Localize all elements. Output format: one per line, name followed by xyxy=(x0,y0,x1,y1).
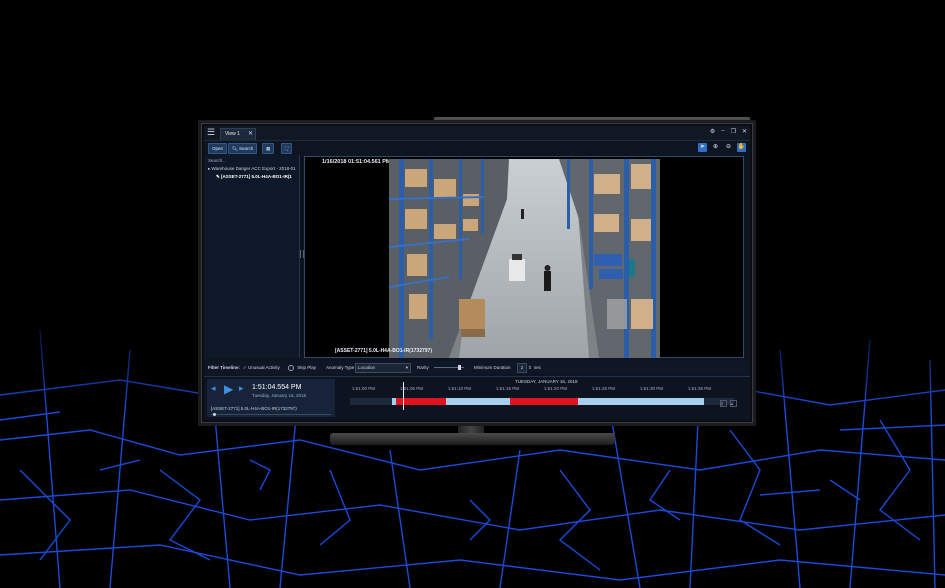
expand-icon[interactable]: ▸ xyxy=(208,166,210,171)
checkbox-icon xyxy=(288,365,294,371)
playback-asset-label: [ASSET-2771] 5.0L-H4A-BO1-IR(1732797) xyxy=(211,406,297,411)
fullscreen-button[interactable]: ⛶ xyxy=(281,143,293,154)
rarity-label: Rarity xyxy=(417,365,429,370)
hamburger-menu-icon[interactable]: ☰ xyxy=(207,128,216,137)
timeline-tick: 1:51:00 PM xyxy=(352,386,376,391)
playback-panel: ◂ ▶ ▸ 1:51:04.554 PM Tuesday, January 16… xyxy=(204,376,750,420)
timeline-tick: 1:51:25 PM xyxy=(592,386,616,391)
playback-progress[interactable] xyxy=(211,414,331,415)
zoom-out-icon[interactable]: ⊖ xyxy=(724,143,733,152)
timeline-pause-icon[interactable]: ∥ xyxy=(720,400,727,407)
playback-controls: ◂ ▶ ▸ 1:51:04.554 PM Tuesday, January 16… xyxy=(207,379,335,417)
warehouse-video-frame xyxy=(389,159,660,358)
monitor-stand-base xyxy=(330,433,615,445)
pan-tool-icon[interactable]: ✋ xyxy=(737,143,746,152)
timeline-anomaly-segment[interactable] xyxy=(510,398,578,405)
timeline-tick: 1:51:30 PM xyxy=(640,386,664,391)
layout-icon: ▦ xyxy=(266,146,271,151)
tree-item-label: [ASSET-2771] 5.0L-H4A-BO1-IR(1 xyxy=(221,174,292,179)
timeline-expand-icon[interactable]: ▴ xyxy=(730,400,737,407)
anomaly-type-value: Location xyxy=(358,365,376,370)
timeline-date: TUESDAY, JANUARY 16, 2018 xyxy=(515,379,578,384)
window-controls: ⚙ – ❐ ✕ xyxy=(710,128,747,135)
step-forward-icon[interactable]: ▸ xyxy=(239,383,244,394)
tab-view-1[interactable]: View 1 ✕ xyxy=(220,128,256,140)
timeline[interactable]: TUESDAY, JANUARY 16, 2018 1:51:00 PM 1:5… xyxy=(340,379,744,417)
search-button[interactable]: 🔍︎ Search xyxy=(228,143,258,154)
tab-label: View 1 xyxy=(225,131,240,137)
timeline-tick: 1:51:20 PM xyxy=(544,386,568,391)
step-back-icon[interactable]: ◂ xyxy=(211,383,216,394)
current-date: Tuesday, January 16, 2018 xyxy=(252,393,307,398)
search-icon: 🔍︎ xyxy=(232,146,238,151)
playback-progress-handle[interactable] xyxy=(213,413,216,416)
restore-icon[interactable]: ❐ xyxy=(731,128,736,135)
camera-video-feed[interactable] xyxy=(389,159,660,358)
unusual-activity-checkbox[interactable]: ✓ Unusual Activity xyxy=(243,365,280,371)
anomaly-type-label: Anomaly Type xyxy=(326,365,355,370)
search-button-label: Search xyxy=(238,146,254,151)
skip-play-checkbox[interactable]: Skip Play xyxy=(288,365,316,371)
open-button[interactable]: Open xyxy=(208,143,228,154)
tree-item-camera[interactable]: ✎ [ASSET-2771] 5.0L-H4A-BO1-IR(1 xyxy=(216,174,306,180)
tree-item-export[interactable]: ▸ Warehouse Danger ACC Export - 2018-01 xyxy=(208,166,298,172)
fullscreen-icon: ⛶ xyxy=(285,146,289,151)
minimum-duration-label: Minimum Duration xyxy=(474,365,511,370)
unusual-activity-label: Unusual Activity xyxy=(248,365,280,370)
current-time: 1:51:04.554 PM xyxy=(252,384,302,391)
close-window-icon[interactable]: ✕ xyxy=(742,128,747,135)
timeline-tick: 1:51:15 PM xyxy=(496,386,520,391)
timeline-tick: 1:51:35 PM xyxy=(688,386,712,391)
monitor: ☰ View 1 ✕ ⚙ – ❐ ✕ Open 🔍︎ Search ▦ ⛶ ➤ xyxy=(198,120,756,426)
layout-button[interactable]: ▦ xyxy=(262,143,275,154)
timeline-playhead[interactable] xyxy=(403,382,404,410)
video-asset-label: [ASSET-2771] 5.0L-H4A-BO1-IR(1732797) xyxy=(335,348,432,354)
skip-play-label: Skip Play xyxy=(297,365,317,371)
play-icon[interactable]: ▶ xyxy=(224,382,233,396)
check-icon: ✓ xyxy=(243,365,247,370)
timeline-tick: 1:51:10 PM xyxy=(448,386,472,391)
rarity-slider-handle[interactable] xyxy=(458,365,461,370)
timeline-track[interactable] xyxy=(350,398,734,405)
app-window: ☰ View 1 ✕ ⚙ – ❐ ✕ Open 🔍︎ Search ▦ ⛶ ➤ xyxy=(204,126,750,420)
close-icon[interactable]: ✕ xyxy=(248,129,253,140)
toolbar: Open 🔍︎ Search ▦ ⛶ ➤ ⊕ ⊖ ✋ xyxy=(204,141,750,154)
zoom-in-icon[interactable]: ⊕ xyxy=(711,143,720,152)
pointer-tool-icon[interactable]: ➤ xyxy=(698,143,707,152)
title-bar: ☰ View 1 ✕ ⚙ – ❐ ✕ xyxy=(204,126,750,141)
chevron-down-icon: ▾ xyxy=(405,365,408,370)
stepper-icon[interactable]: ⇕ xyxy=(528,365,532,371)
filter-title: Filter Timeline: xyxy=(208,365,240,370)
filter-timeline-bar: Filter Timeline: ✓ Unusual Activity Skip… xyxy=(204,361,750,374)
view-tools: ➤ ⊕ ⊖ ✋ xyxy=(698,143,746,152)
gear-icon[interactable]: ⚙ xyxy=(710,128,715,135)
resource-tree-panel: Search... ▸ Warehouse Danger ACC Export … xyxy=(204,155,300,358)
camera-icon: ✎ xyxy=(216,174,220,179)
tree-item-label: Warehouse Danger ACC Export - 2018-01 xyxy=(211,166,296,171)
anomaly-type-select[interactable]: Location ▾ xyxy=(355,363,411,373)
minimize-icon[interactable]: – xyxy=(721,128,724,135)
video-tile[interactable]: 1/16/2018 01:51:04.561 PM (PST) [ASSET-2… xyxy=(304,156,744,358)
minimum-duration-input[interactable]: 2 xyxy=(517,363,527,373)
tree-search-field[interactable]: Search... xyxy=(208,158,226,163)
sec-label: sec xyxy=(534,365,542,370)
panel-splitter[interactable] xyxy=(300,155,304,358)
